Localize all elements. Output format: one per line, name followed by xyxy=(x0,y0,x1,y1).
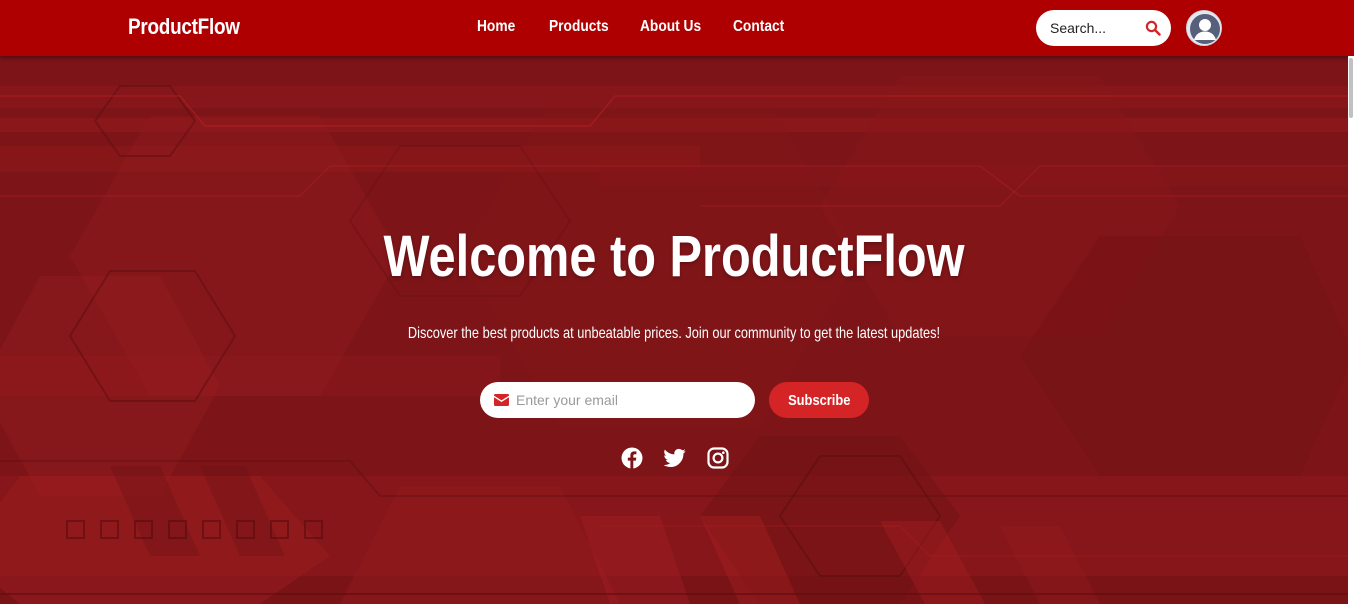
hero-title: Welcome to ProductFlow xyxy=(383,224,965,289)
search-icon[interactable] xyxy=(1145,20,1161,36)
page-scrollbar[interactable] xyxy=(1348,56,1354,604)
scrollbar-thumb[interactable] xyxy=(1349,58,1353,118)
facebook-icon[interactable] xyxy=(621,447,643,469)
search-input[interactable] xyxy=(1050,18,1146,38)
nav-link-about-us[interactable]: About Us xyxy=(640,18,701,36)
top-navbar: ProductFlow Home Products About Us Conta… xyxy=(0,0,1354,56)
instagram-icon[interactable] xyxy=(707,447,729,469)
brand-logo[interactable]: ProductFlow xyxy=(128,14,240,40)
search-box xyxy=(1036,10,1171,46)
nav-link-products[interactable]: Products xyxy=(549,18,609,36)
user-avatar-icon xyxy=(1187,11,1221,45)
subscribe-button-label: Subscribe xyxy=(787,391,851,409)
nav-link-home[interactable]: Home xyxy=(477,18,515,36)
user-avatar[interactable] xyxy=(1186,10,1222,46)
envelope-icon xyxy=(494,394,509,406)
subscribe-button[interactable]: Subscribe xyxy=(769,382,869,418)
nav-link-contact[interactable]: Contact xyxy=(733,18,784,36)
email-field[interactable] xyxy=(516,390,736,410)
hero-subtitle: Discover the best products at unbeatable… xyxy=(407,325,941,342)
twitter-icon[interactable] xyxy=(664,447,686,469)
email-field-wrapper xyxy=(480,382,755,418)
